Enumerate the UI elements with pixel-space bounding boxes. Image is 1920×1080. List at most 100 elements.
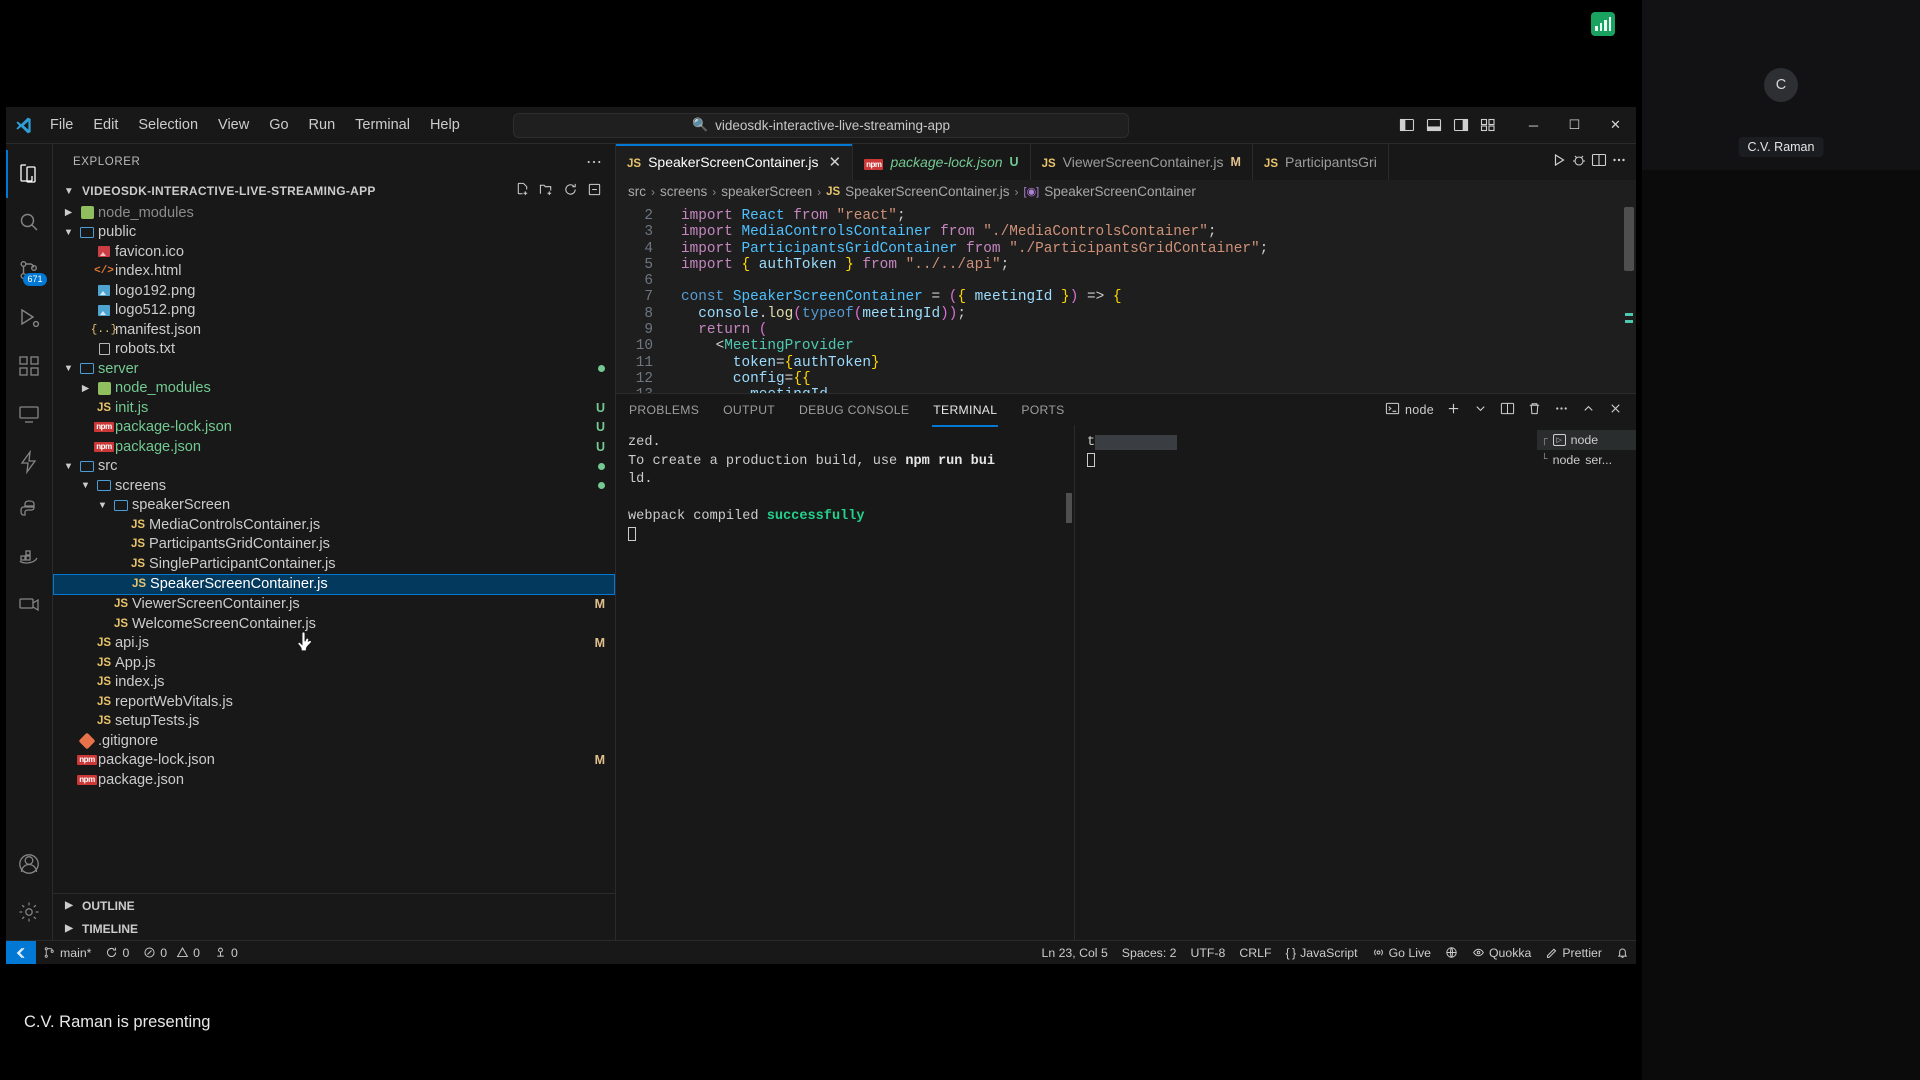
editor-tab[interactable]: JS ViewerScreenContainer.js M [1030,144,1253,180]
file-tree-row-selected[interactable]: JS SpeakerScreenContainer.js [53,573,615,595]
chevron-down-icon[interactable]: ▼ [78,480,93,491]
branch-status[interactable]: main* [36,941,98,965]
chevron-down-icon[interactable]: ▼ [61,227,76,238]
file-tree-row[interactable]: robots.txt [53,340,615,360]
quokka-status[interactable]: Quokka [1465,941,1538,965]
file-tree-row[interactable]: npm package-lock.json M [53,751,615,771]
editor-tab[interactable]: JS ParticipantsGri [1252,144,1389,180]
file-tree-row[interactable]: JS WelcomeScreenContainer.js [53,614,615,634]
terminal-shell-selector[interactable]: node [1385,401,1434,419]
notifications-bell-icon[interactable] [1609,941,1636,965]
menu-terminal[interactable]: Terminal [345,114,420,136]
breadcrumb-symbol[interactable]: SpeakerScreenContainer [1044,184,1196,199]
chevron-right-icon[interactable]: ▶ [78,383,93,394]
file-tree-row[interactable]: ▼ public [53,223,615,243]
live-share-status[interactable] [1438,941,1465,965]
command-center[interactable]: 🔍 videosdk-interactive-live-streaming-ap… [513,112,1129,138]
close-panel-icon[interactable] [1608,401,1623,419]
activity-live-share[interactable] [6,582,53,630]
file-tree-row[interactable]: ▼ speakerScreen [53,496,615,516]
file-tree-row[interactable]: ▼ src [53,457,615,477]
activity-python[interactable] [6,486,53,534]
language-mode[interactable]: { } JavaScript [1278,941,1364,965]
file-tree-row[interactable]: JS setupTests.js [53,712,615,732]
menu-selection[interactable]: Selection [128,114,208,136]
activity-accounts[interactable] [6,840,53,888]
file-tree-row[interactable]: ▶ node_modules [53,203,615,223]
prettier-status[interactable]: Prettier [1538,941,1609,965]
activity-settings[interactable] [6,888,53,936]
code-line[interactable]: 13 meetingId, [630,387,1636,393]
file-tree-row[interactable]: JS App.js [53,653,615,673]
tab-debug-console[interactable]: DEBUG CONSOLE [798,396,910,424]
file-tree-row[interactable]: npm package-lock.json U [53,418,615,438]
breadcrumb-src[interactable]: src [628,184,646,199]
code-line[interactable]: 2 import React from "react"; [630,208,1636,224]
end-of-line[interactable]: CRLF [1232,941,1278,965]
breadcrumb-screens[interactable]: screens [660,184,707,199]
menu-go[interactable]: Go [259,114,298,136]
file-tree-row[interactable]: .gitignore [53,731,615,751]
file-tree-row[interactable]: ▶ node_modules [53,379,615,399]
file-tree-row[interactable]: logo512.png [53,301,615,321]
chevron-right-icon[interactable]: ▶ [61,207,76,218]
code-editor[interactable]: 2 import React from "react"; 3 import Media… [616,203,1636,393]
maximize-button[interactable]: ☐ [1554,108,1595,142]
file-tree-row[interactable]: {..} manifest.json [53,320,615,340]
indentation[interactable]: Spaces: 2 [1115,941,1184,965]
activity-remote-explorer[interactable] [6,390,53,438]
close-tab-icon[interactable]: ✕ [829,153,842,171]
panel-more-actions-icon[interactable] [1554,401,1569,419]
tab-terminal[interactable]: TERMINAL [932,396,999,427]
terminal-output-left[interactable]: zed. To create a production build, use n… [616,425,1075,940]
activity-docker[interactable] [6,534,53,582]
code-line[interactable]: 11 token={authToken} [630,355,1636,371]
file-tree-row[interactable]: npm package.json [53,770,615,790]
activity-search[interactable] [6,198,53,246]
file-tree-row[interactable]: </> index.html [53,262,615,282]
refresh-explorer-icon[interactable] [563,182,578,200]
code-line[interactable]: 6 [630,273,1636,289]
editor-tab[interactable]: JS SpeakerScreenContainer.js ✕ [616,144,854,180]
toggle-primary-sidebar-icon[interactable] [1393,113,1420,138]
new-file-icon[interactable] [515,182,530,200]
new-folder-icon[interactable] [539,182,554,200]
remote-host-button[interactable] [6,940,36,965]
customize-layout-icon[interactable] [1474,113,1501,138]
maximize-panel-icon[interactable] [1581,401,1596,419]
file-tree-row[interactable]: JS ParticipantsGridContainer.js [53,535,615,555]
timeline-section[interactable]: ▶ TIMELINE [53,917,615,940]
terminal-scrollbar[interactable] [1066,493,1072,523]
encoding[interactable]: UTF-8 [1184,941,1233,965]
code-lines[interactable]: 2 import React from "react"; 3 import Media… [630,203,1636,393]
activity-thunder-client[interactable] [6,438,53,486]
run-and-debug-icon[interactable] [1571,152,1587,172]
file-tree-row[interactable]: ▼ screens [53,476,615,496]
code-line[interactable]: 4 import ParticipantsGridContainer from "… [630,241,1636,257]
menu-run[interactable]: Run [299,114,346,136]
code-line[interactable]: 12 config={{ [630,371,1636,387]
breadcrumb-speakerscreen[interactable]: speakerScreen [721,184,812,199]
tab-output[interactable]: OUTPUT [722,396,776,424]
toggle-secondary-sidebar-icon[interactable] [1447,113,1474,138]
code-line[interactable]: 10 <MeetingProvider [630,338,1636,354]
activity-run-and-debug[interactable] [6,294,53,342]
menu-help[interactable]: Help [420,114,470,136]
terminal-tab-node[interactable]: ┌ ▷ node [1537,430,1636,450]
sync-status[interactable]: 0 [98,941,136,965]
file-tree-row[interactable]: JS ViewerScreenContainer.js M [53,595,615,615]
split-editor-icon[interactable] [1591,152,1607,172]
file-tree-row[interactable]: npm package.json U [53,437,615,457]
code-line[interactable]: 5 import { authToken } from "../../api"; [630,257,1636,273]
terminal-output-right[interactable]: t [1075,425,1533,940]
editor-vertical-scrollbar[interactable] [1624,207,1634,271]
activity-source-control[interactable]: 671 [6,246,53,294]
terminal-tab-node-server[interactable]: └ node ser... [1537,450,1636,470]
file-tree[interactable]: ▶ node_modules ▼ public favicon.ico </> index.… [53,203,615,893]
file-tree-row[interactable]: JS MediaControlsContainer.js [53,515,615,535]
explorer-more-actions-icon[interactable]: ⋯ [586,152,603,172]
activity-explorer[interactable] [5,150,53,198]
split-terminal-icon[interactable] [1500,401,1515,419]
file-tree-row[interactable]: JS init.js U [53,398,615,418]
file-tree-row[interactable]: JS reportWebVitals.js [53,692,615,712]
